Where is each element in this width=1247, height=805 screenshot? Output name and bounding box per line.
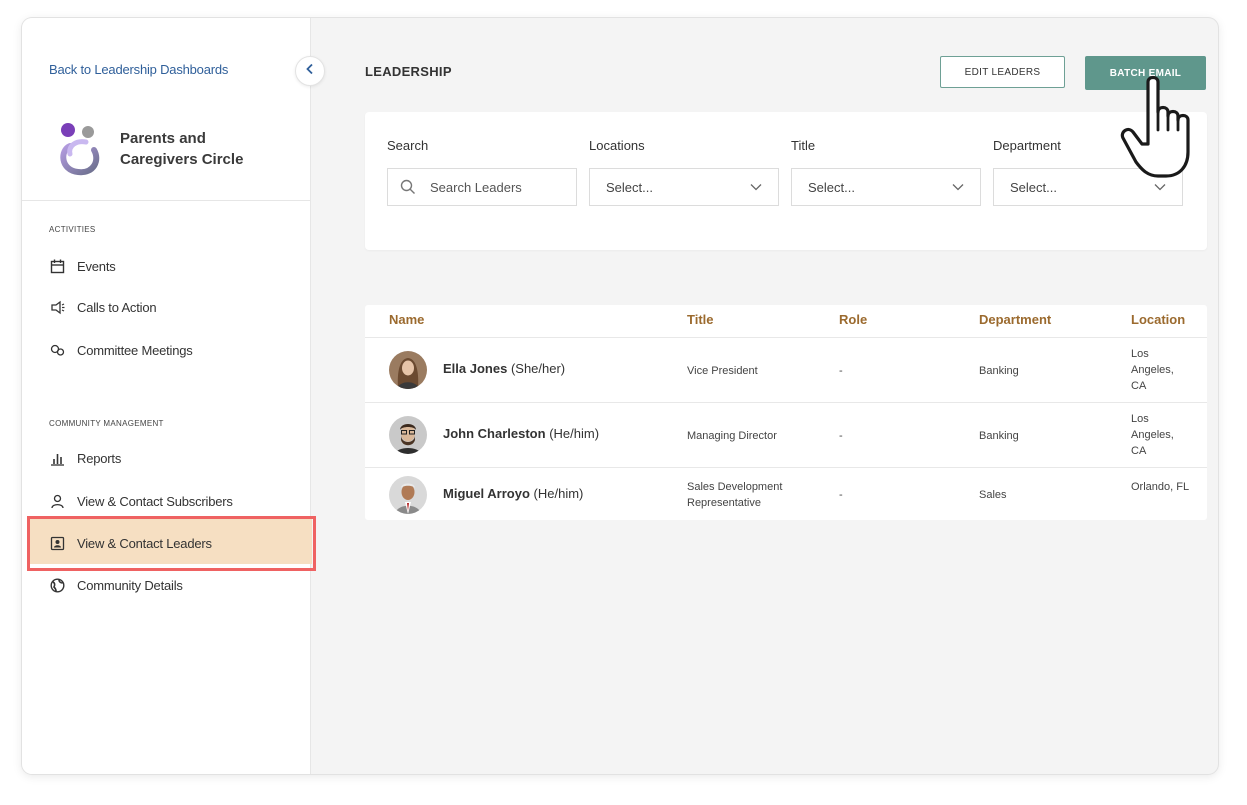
sidebar-item-label: Reports xyxy=(77,450,122,466)
section-label-community-management: COMMUNITY MANAGEMENT xyxy=(49,419,164,428)
cell-title: Managing Director xyxy=(687,430,777,442)
table-row[interactable]: Miguel Arroyo (He/him) Sales Development… xyxy=(365,467,1207,521)
department-label: Department xyxy=(993,138,1061,153)
community-logo xyxy=(58,120,100,176)
column-header-name[interactable]: Name xyxy=(389,312,424,327)
section-label-activities: ACTIVITIES xyxy=(49,225,96,234)
sidebar-item-label: View & Contact Leaders xyxy=(77,535,212,551)
sidebar-item-community-details[interactable]: Community Details xyxy=(49,574,183,596)
avatar xyxy=(389,476,427,514)
table-row[interactable]: John Charleston (He/him) Managing Direct… xyxy=(365,402,1207,468)
column-header-title[interactable]: Title xyxy=(687,312,714,327)
sidebar-item-label: Events xyxy=(77,258,116,274)
sidebar-divider xyxy=(22,200,310,201)
search-icon xyxy=(400,179,416,195)
committee-icon xyxy=(49,342,65,358)
megaphone-icon xyxy=(49,299,65,315)
community-name: Parents and Caregivers Circle xyxy=(120,130,244,168)
title-select-value: Select... xyxy=(808,179,855,195)
sidebar: Back to Leadership Dashboards Parents an… xyxy=(22,18,316,774)
leaders-table: Name Title Role Department Location Ella… xyxy=(365,305,1207,520)
column-header-role[interactable]: Role xyxy=(839,312,867,327)
person-icon xyxy=(49,493,65,509)
app-window: Back to Leadership Dashboards Parents an… xyxy=(22,18,1218,774)
table-row[interactable]: Ella Jones (She/her) Vice President - Ba… xyxy=(365,337,1207,403)
search-input[interactable]: Search Leaders xyxy=(387,168,577,206)
globe-icon xyxy=(49,577,65,593)
collapse-sidebar-button[interactable] xyxy=(295,56,325,86)
sidebar-item-label: Community Details xyxy=(77,577,183,593)
leader-name[interactable]: John Charleston (He/him) xyxy=(443,426,599,441)
column-header-location[interactable]: Location xyxy=(1131,312,1185,327)
avatar xyxy=(389,416,427,454)
title-select[interactable]: Select... xyxy=(791,168,981,206)
main-content: LEADERSHIP EDIT LEADERS BATCH EMAIL Sear… xyxy=(311,18,1218,774)
leader-name[interactable]: Miguel Arroyo (He/him) xyxy=(443,486,583,501)
filter-panel: Search Locations Title Department Search… xyxy=(365,112,1207,250)
sidebar-item-events[interactable]: Events xyxy=(49,255,116,277)
column-header-department[interactable]: Department xyxy=(979,312,1051,327)
contact-card-icon xyxy=(49,535,65,551)
chevron-down-icon xyxy=(952,183,964,191)
search-label: Search xyxy=(387,138,429,153)
cell-department: Banking xyxy=(979,430,1019,442)
edit-leaders-button[interactable]: EDIT LEADERS xyxy=(940,56,1065,88)
cell-department: Sales xyxy=(979,489,1007,501)
title-label: Title xyxy=(791,138,816,153)
locations-select-value: Select... xyxy=(606,179,653,195)
chevron-down-icon xyxy=(1154,183,1166,191)
sidebar-item-label: View & Contact Subscribers xyxy=(77,493,233,509)
search-placeholder: Search Leaders xyxy=(430,179,522,195)
chevron-down-icon xyxy=(750,183,762,191)
calendar-icon xyxy=(49,258,65,274)
sidebar-item-reports[interactable]: Reports xyxy=(49,447,121,469)
hand-pointer-cursor xyxy=(1118,72,1204,182)
sidebar-item-committee-meetings[interactable]: Committee Meetings xyxy=(49,339,193,361)
cell-department: Banking xyxy=(979,365,1019,377)
avatar xyxy=(389,351,427,389)
sidebar-item-view-contact-leaders[interactable]: View & Contact Leaders xyxy=(49,532,212,554)
cell-role: - xyxy=(839,489,843,501)
sidebar-item-calls-to-action[interactable]: Calls to Action xyxy=(49,296,157,318)
back-to-dashboards-link[interactable]: Back to Leadership Dashboards xyxy=(49,62,228,77)
cell-location: Los Angeles, CA xyxy=(1131,413,1174,457)
sidebar-item-label: Committee Meetings xyxy=(77,342,193,358)
chevron-left-icon xyxy=(305,62,315,80)
cell-role: - xyxy=(839,365,843,377)
locations-label: Locations xyxy=(589,138,645,153)
locations-select[interactable]: Select... xyxy=(589,168,779,206)
cell-location: Orlando, FL xyxy=(1131,481,1190,493)
bar-chart-icon xyxy=(49,450,65,466)
cell-title: Sales Development Representative xyxy=(687,481,783,509)
cell-role: - xyxy=(839,430,843,442)
leader-name[interactable]: Ella Jones (She/her) xyxy=(443,361,565,376)
cell-title: Vice President xyxy=(687,365,758,377)
sidebar-item-view-contact-subscribers[interactable]: View & Contact Subscribers xyxy=(49,490,233,512)
cell-location: Los Angeles, CA xyxy=(1131,348,1174,392)
page-title: LEADERSHIP xyxy=(365,64,452,79)
sidebar-item-label: Calls to Action xyxy=(77,299,157,315)
